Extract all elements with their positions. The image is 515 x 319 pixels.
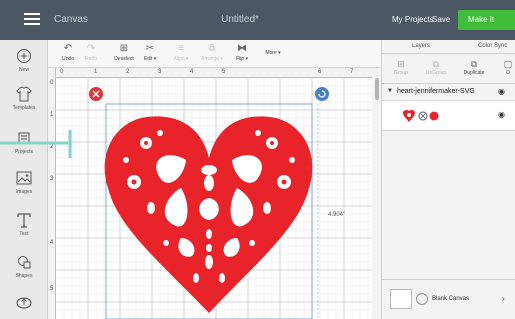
save-button[interactable]: Save bbox=[432, 15, 450, 24]
tutorial-arrow bbox=[0, 130, 72, 158]
ruler-number: 5 bbox=[222, 69, 226, 75]
more-label: More ▾ bbox=[265, 50, 281, 56]
ruler-top: 0 1 2 3 4 5 6 7 bbox=[56, 68, 381, 78]
design-sidebar: New Templates Projects Images Text Shape… bbox=[0, 40, 48, 319]
arrange-icon: ⧉ bbox=[208, 43, 216, 54]
layer-group-row[interactable]: ▼ heart-jennifermaker-SVG ◉ bbox=[382, 84, 515, 101]
sidebar-item-upload[interactable] bbox=[0, 292, 48, 312]
blank-canvas-swatch[interactable] bbox=[390, 289, 412, 309]
sidebar-item-new[interactable]: New bbox=[0, 46, 48, 73]
ruler-number: 1 bbox=[50, 112, 54, 118]
flip-menu-button[interactable]: ⧓ Flip ▾ bbox=[232, 42, 252, 62]
shirt-icon bbox=[16, 86, 32, 102]
panel-toolbar: ⊞ Group ⧉ UnGroup ⧉ Duplicate ▢ D bbox=[382, 54, 515, 84]
redo-icon: ↷ bbox=[86, 43, 96, 54]
scrollbar-thumb[interactable] bbox=[375, 78, 379, 100]
ungroup-icon: ⧉ bbox=[432, 59, 440, 69]
delete-handle[interactable] bbox=[89, 87, 103, 101]
ruler-number: 2 bbox=[126, 69, 130, 75]
caret-down-icon[interactable]: ▼ bbox=[387, 88, 393, 94]
delete-button[interactable]: ▢ D bbox=[502, 58, 514, 76]
sidebar-item-label: New bbox=[18, 67, 29, 73]
sidebar-item-shapes[interactable]: Shapes bbox=[0, 252, 48, 279]
align-icon: ≡ bbox=[178, 43, 184, 54]
shapes-icon bbox=[18, 256, 31, 269]
canvas-scrollbar[interactable] bbox=[372, 68, 381, 319]
deselect-button[interactable]: ⊞ Deselect bbox=[112, 42, 136, 62]
undo-button[interactable]: ↶ Undo bbox=[58, 42, 78, 62]
eye-icon[interactable]: ◉ bbox=[498, 87, 505, 96]
ruler-number: 4 bbox=[50, 240, 54, 246]
panel-tabs: Layers Color Sync bbox=[382, 40, 515, 54]
rotate-handle[interactable] bbox=[315, 87, 329, 101]
sidebar-item-label: Shapes bbox=[15, 273, 33, 279]
blank-canvas-label: Blank Canvas bbox=[432, 296, 470, 302]
blank-canvas-row[interactable]: Blank Canvas › bbox=[382, 279, 515, 319]
dimension-label: 4.904" bbox=[328, 212, 345, 218]
layer-row[interactable]: ◉ bbox=[382, 101, 515, 131]
eye-icon[interactable]: ◉ bbox=[498, 110, 505, 119]
ruler-number: 6 bbox=[318, 69, 322, 75]
sidebar-item-label: Images bbox=[15, 189, 33, 195]
redo-label: Redo bbox=[85, 56, 97, 62]
edit-label: Edit ▾ bbox=[143, 56, 157, 62]
my-projects-link[interactable]: My Projects bbox=[392, 15, 434, 24]
align-label: Align ▾ bbox=[173, 56, 189, 62]
layer-group-name: heart-jennifermaker-SVG bbox=[397, 88, 475, 95]
trash-icon: ▢ bbox=[503, 59, 513, 69]
align-menu-button[interactable]: ≡ Align ▾ bbox=[170, 42, 192, 62]
sidebar-item-label: Templates bbox=[12, 105, 36, 111]
ruler-number: 3 bbox=[158, 69, 162, 75]
tab-layers[interactable]: Layers bbox=[412, 43, 430, 49]
ruler-number: 0 bbox=[60, 69, 64, 75]
sidebar-item-images[interactable]: Images bbox=[0, 168, 48, 195]
sidebar-item-templates[interactable]: Templates bbox=[0, 84, 48, 111]
duplicate-button[interactable]: ⧉ Duplicate bbox=[460, 58, 488, 76]
layers-panel: Layers Color Sync ⊞ Group ⧉ UnGroup ⧉ Du… bbox=[381, 40, 515, 319]
design-canvas[interactable]: 4.904" 0 1 2 3 4 5 6 7 0 1 2 3 4 5 bbox=[48, 68, 381, 319]
ungroup-label: UnGroup bbox=[425, 70, 447, 76]
plus-circle-icon bbox=[17, 49, 31, 63]
canvas-color-circle[interactable] bbox=[416, 293, 428, 305]
ruler-number: 7 bbox=[350, 69, 354, 75]
more-menu-button[interactable]: More ▾ bbox=[258, 50, 288, 56]
tab-color-sync[interactable]: Color Sync bbox=[478, 43, 507, 49]
ruler-left: 0 1 2 3 4 5 bbox=[48, 68, 56, 319]
ruler-number: 4 bbox=[190, 69, 194, 75]
undo-label: Undo bbox=[62, 56, 74, 62]
group-button[interactable]: ⊞ Group bbox=[390, 58, 412, 76]
flip-label: Flip ▾ bbox=[236, 56, 248, 62]
ruler-number: 3 bbox=[50, 176, 54, 182]
image-icon bbox=[16, 171, 32, 185]
ungroup-button[interactable]: ⧉ UnGroup bbox=[424, 58, 448, 76]
arrange-label: Arrange ▾ bbox=[201, 56, 223, 62]
upload-icon bbox=[16, 297, 32, 309]
duplicate-label: Duplicate bbox=[463, 70, 485, 76]
group-label: Group bbox=[394, 70, 408, 76]
layer-thumbnail bbox=[403, 109, 439, 122]
redo-button[interactable]: ↷ Redo bbox=[81, 42, 101, 62]
deselect-icon: ⊞ bbox=[119, 43, 129, 54]
chevron-right-icon[interactable]: › bbox=[502, 294, 505, 303]
canvas-grid: 4.904" bbox=[56, 78, 381, 319]
edit-toolbar: ↶ Undo ↷ Redo ⊞ Deselect ✂ Edit ▾ ≡ Alig… bbox=[48, 40, 381, 68]
delete-label: D bbox=[506, 70, 510, 76]
sidebar-item-label: Text bbox=[19, 231, 29, 237]
ruler-number: 0 bbox=[50, 80, 54, 86]
make-it-button[interactable]: Make It bbox=[458, 10, 515, 30]
ruler-number: 5 bbox=[50, 286, 54, 292]
top-bar: Canvas Untitled* My Projects Save Make I… bbox=[0, 0, 515, 40]
edit-menu-button[interactable]: ✂ Edit ▾ bbox=[140, 42, 160, 62]
scissors-icon: ✂ bbox=[145, 43, 155, 54]
duplicate-icon: ⧉ bbox=[470, 59, 478, 69]
deselect-label: Deselect bbox=[114, 56, 134, 62]
sidebar-item-text[interactable]: Text bbox=[0, 210, 48, 237]
arrange-menu-button[interactable]: ⧉ Arrange ▾ bbox=[198, 42, 226, 62]
flip-icon: ⧓ bbox=[237, 43, 247, 54]
undo-icon: ↶ bbox=[63, 43, 73, 54]
group-icon: ⊞ bbox=[397, 59, 405, 69]
ruler-number: 1 bbox=[94, 69, 98, 75]
text-icon bbox=[17, 213, 31, 228]
